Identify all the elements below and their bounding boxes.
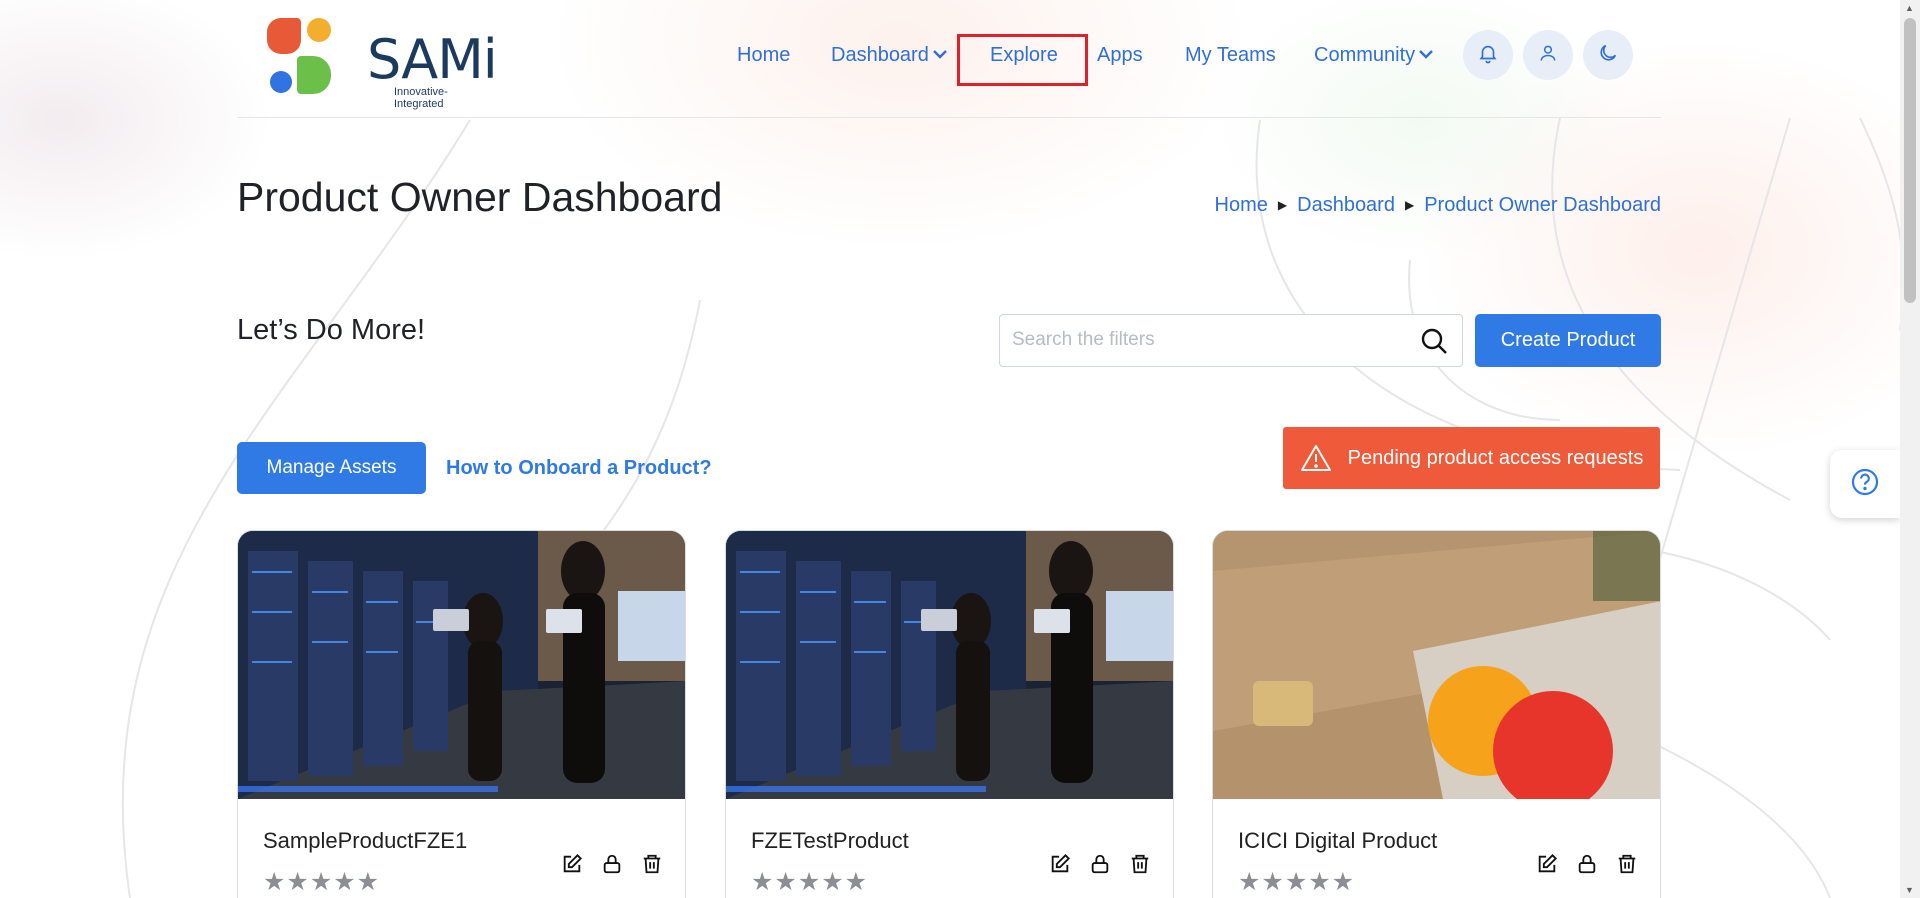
chevron-down-icon (1419, 46, 1433, 62)
nav-my-teams[interactable]: My Teams (1185, 44, 1276, 67)
card-actions (1536, 853, 1638, 875)
product-card[interactable]: FZETestProduct ★★★★★ (725, 530, 1174, 898)
product-card[interactable]: ICICI Digital Product ★★★★★ (1212, 530, 1661, 898)
nav-apps-label: Apps (1097, 44, 1143, 66)
section-subtitle: Let’s Do More! (237, 314, 426, 346)
manage-assets-button[interactable]: Manage Assets (237, 442, 426, 494)
server-room-photo (726, 531, 1173, 799)
manage-assets-label: Manage Assets (266, 457, 397, 478)
question-circle-icon (1850, 467, 1880, 502)
nav-home-label: Home (737, 44, 791, 66)
help-button[interactable] (1830, 450, 1900, 518)
scrollbar-thumb[interactable] (1904, 18, 1916, 303)
lock-icon[interactable] (601, 853, 623, 875)
pending-requests-button[interactable]: Pending product access requests (1283, 427, 1660, 489)
product-name: SampleProductFZE1 (263, 828, 468, 853)
edit-icon[interactable] (561, 853, 583, 875)
create-product-label: Create Product (1500, 329, 1636, 351)
scroll-down-icon[interactable]: ▼ (1905, 885, 1914, 895)
product-name: FZETestProduct (751, 828, 909, 853)
nav-dashboard-dropdown[interactable]: Dashboard (831, 44, 947, 67)
pending-requests-label: Pending product access requests (1347, 446, 1644, 469)
nav-community-label: Community (1314, 44, 1416, 66)
lock-icon[interactable] (1576, 853, 1598, 875)
breadcrumb-dashboard[interactable]: Dashboard (1297, 194, 1395, 216)
trash-icon[interactable] (1616, 853, 1638, 875)
nav-explore[interactable]: Explore (990, 44, 1058, 67)
card-actions (1049, 853, 1151, 875)
search-icon[interactable] (1420, 327, 1448, 360)
rating-stars[interactable]: ★★★★★ (1238, 867, 1355, 897)
main-nav: Home Dashboard Explore Apps My Teams Com… (237, 0, 1661, 112)
warning-icon (1300, 444, 1332, 472)
rating-stars[interactable]: ★★★★★ (751, 867, 868, 897)
nav-home[interactable]: Home (737, 44, 790, 67)
product-name: ICICI Digital Product (1238, 828, 1438, 853)
page-title: Product Owner Dashboard (237, 174, 723, 220)
lock-icon[interactable] (1089, 853, 1111, 875)
nav-dashboard-label: Dashboard (831, 44, 929, 66)
user-icon (1538, 43, 1558, 68)
dark-mode-toggle[interactable] (1583, 30, 1633, 80)
edit-icon[interactable] (1536, 853, 1558, 875)
server-room-photo (238, 531, 685, 799)
moon-icon (1597, 42, 1619, 69)
notifications-button[interactable] (1463, 30, 1513, 80)
credit-cards-photo (1213, 531, 1660, 799)
chevron-down-icon (932, 46, 947, 62)
breadcrumb: Home ▶ Dashboard ▶ Product Owner Dashboard (1215, 194, 1661, 217)
breadcrumb-current[interactable]: Product Owner Dashboard (1424, 194, 1661, 216)
scroll-up-icon[interactable]: ▲ (1905, 3, 1914, 13)
onboard-product-link[interactable]: How to Onboard a Product? (446, 457, 712, 480)
nav-my-teams-label: My Teams (1185, 44, 1276, 66)
rating-stars[interactable]: ★★★★★ (263, 867, 380, 897)
search-input[interactable] (1012, 325, 1402, 355)
nav-apps[interactable]: Apps (1097, 44, 1143, 67)
caret-right-icon: ▶ (1277, 198, 1288, 212)
caret-right-icon: ▶ (1404, 198, 1415, 212)
create-product-button[interactable]: Create Product (1475, 314, 1661, 367)
trash-icon[interactable] (1129, 853, 1151, 875)
card-actions (561, 853, 663, 875)
nav-explore-label: Explore (990, 44, 1058, 66)
edit-icon[interactable] (1049, 853, 1071, 875)
nav-community-dropdown[interactable]: Community (1314, 44, 1433, 67)
search-box (999, 314, 1463, 367)
bell-icon (1477, 42, 1499, 69)
product-card[interactable]: SampleProductFZE1 ★★★★★ (237, 530, 686, 898)
vertical-scrollbar[interactable]: ▲ ▼ (1900, 0, 1920, 898)
top-navbar: SAMi Innovative-Integrated Home Dashboar… (237, 0, 1661, 118)
breadcrumb-home[interactable]: Home (1215, 194, 1268, 216)
user-profile-button[interactable] (1523, 30, 1573, 80)
trash-icon[interactable] (641, 853, 663, 875)
